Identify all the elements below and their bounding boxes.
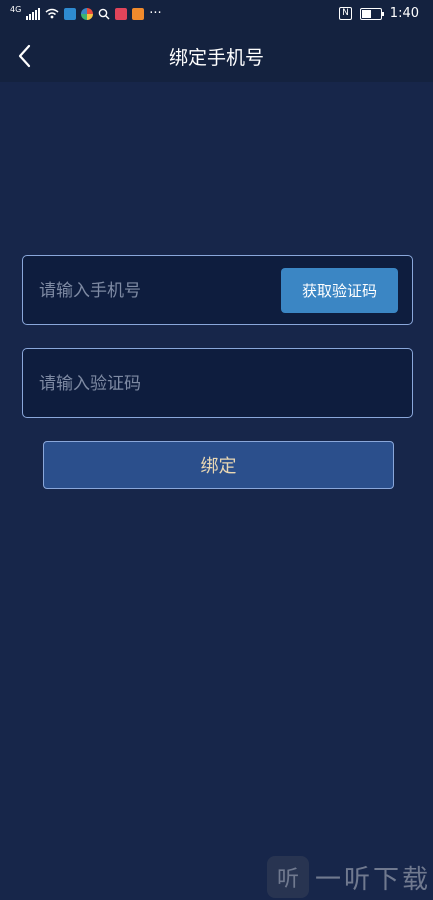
status-right: N 1:40 xyxy=(339,6,419,21)
wifi-icon xyxy=(45,8,59,19)
app-notification-icon xyxy=(115,7,128,20)
verification-code-input[interactable] xyxy=(37,349,401,419)
clock: 1:40 xyxy=(389,6,419,21)
watermark-logo: 听 xyxy=(266,856,309,898)
status-bar: 4G ··· N 1:40 xyxy=(0,0,433,30)
signal-icon xyxy=(26,7,41,20)
network-type: 4G xyxy=(10,5,22,14)
watermark: 听 一听下载 xyxy=(266,856,431,898)
app-notification-icon xyxy=(81,7,94,20)
navigation-bar: 绑定手机号 xyxy=(0,30,433,82)
status-left: 4G ··· xyxy=(10,5,162,21)
app-notification-icon xyxy=(64,7,77,20)
get-code-button[interactable]: 获取验证码 xyxy=(281,268,398,313)
watermark-text: 一听下载 xyxy=(314,864,431,895)
nfc-icon: N xyxy=(339,7,352,20)
code-field xyxy=(22,348,413,419)
phone-field: 获取验证码 xyxy=(22,255,413,326)
app-notification-icon xyxy=(132,7,145,20)
search-icon xyxy=(98,8,110,19)
phone-input[interactable] xyxy=(37,256,281,326)
more-notifications: ··· xyxy=(149,6,162,21)
battery-icon xyxy=(359,7,384,20)
bind-button[interactable]: 绑定 xyxy=(43,441,394,489)
page-title: 绑定手机号 xyxy=(168,47,264,69)
